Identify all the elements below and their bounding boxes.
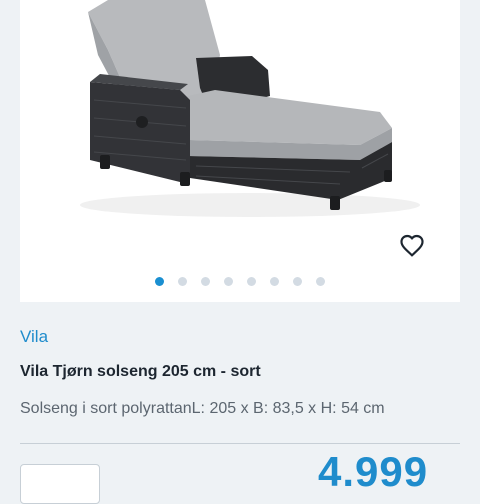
favorite-button[interactable]: [395, 228, 429, 262]
carousel-dot[interactable]: [270, 277, 279, 286]
carousel-dot[interactable]: [224, 277, 233, 286]
carousel-dot[interactable]: [316, 277, 325, 286]
divider: [20, 443, 460, 444]
carousel-indicators: [20, 277, 460, 287]
carousel-dot[interactable]: [247, 277, 256, 286]
carousel-dot[interactable]: [155, 277, 164, 286]
product-image[interactable]: [20, 0, 460, 302]
quantity-field[interactable]: [20, 464, 100, 504]
carousel-dot[interactable]: [293, 277, 302, 286]
product-description: Solseng i sort polyrattanL: 205 x B: 83,…: [20, 400, 385, 417]
carousel-dot[interactable]: [201, 277, 210, 286]
product-image-card[interactable]: [20, 0, 460, 302]
heart-outline-icon: [400, 234, 424, 257]
carousel-dot[interactable]: [178, 277, 187, 286]
brand-link[interactable]: Vila: [20, 327, 48, 347]
product-title[interactable]: Vila Tjørn solseng 205 cm - sort: [20, 363, 261, 381]
product-price: 4.999: [318, 448, 429, 495]
